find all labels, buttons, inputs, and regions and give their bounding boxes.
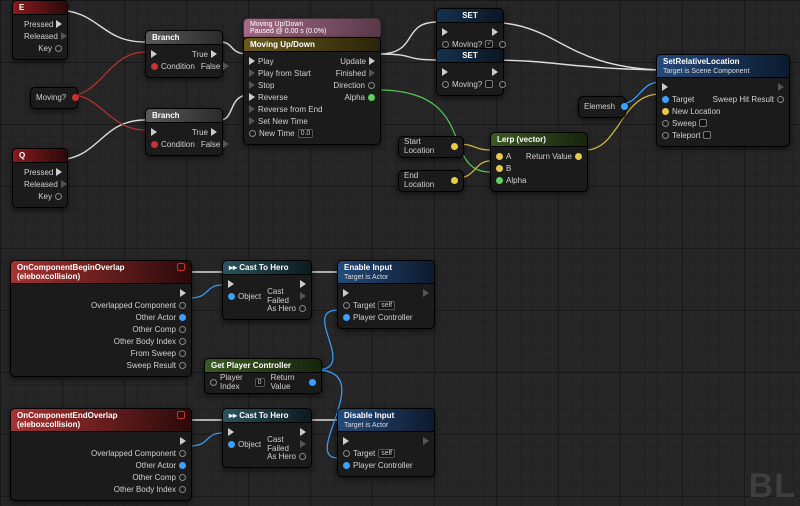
- node-enable-input[interactable]: Enable InputTarget is Actor Targetself P…: [337, 260, 435, 329]
- node-var-moving[interactable]: Moving?: [30, 87, 78, 109]
- node-set-2[interactable]: SET Moving?: [436, 48, 504, 96]
- node-var-elemesh[interactable]: Elemesh: [578, 96, 626, 118]
- node-branch-1[interactable]: Branch True ConditionFalse: [145, 30, 223, 78]
- node-input-e[interactable]: E Pressed Released Key: [12, 0, 68, 60]
- delegate-pin-icon: [177, 411, 185, 419]
- node-getpc[interactable]: Get Player Controller Player Index0Retur…: [204, 358, 322, 394]
- node-timeline[interactable]: Moving Up/Down PlayUpdate Play from Star…: [243, 37, 381, 145]
- node-input-q[interactable]: Q Pressed Released Key: [12, 148, 68, 208]
- node-disable-input[interactable]: Disable InputTarget is Actor Targetself …: [337, 408, 435, 477]
- node-setrelloc[interactable]: SetRelativeLocationTarget is Scene Compo…: [656, 54, 790, 147]
- checkbox-icon[interactable]: ✓: [485, 40, 493, 48]
- node-title: E: [13, 1, 67, 15]
- node-title: Q: [13, 149, 67, 163]
- node-cast-1[interactable]: ▸▸ Cast To Hero ObjectCast Failed As Her…: [222, 260, 312, 320]
- timeline-comment: Moving Up/Down Paused @ 0.00 s (0.0%): [243, 18, 381, 38]
- node-branch-2[interactable]: Branch True ConditionFalse: [145, 108, 223, 156]
- node-var-startloc[interactable]: Start Location: [398, 136, 464, 158]
- checkbox-icon[interactable]: [485, 80, 493, 88]
- node-beginoverlap[interactable]: OnComponentBeginOverlap (eleboxcollision…: [10, 260, 192, 377]
- node-lerp[interactable]: Lerp (vector) AReturn Value B Alpha: [490, 132, 588, 192]
- node-endoverlap[interactable]: OnComponentEndOverlap (eleboxcollision) …: [10, 408, 192, 501]
- watermark: BL: [749, 467, 796, 506]
- node-var-endloc[interactable]: End Location: [398, 170, 464, 192]
- node-cast-2[interactable]: ▸▸ Cast To Hero ObjectCast Failed As Her…: [222, 408, 312, 468]
- delegate-pin-icon: [177, 263, 185, 271]
